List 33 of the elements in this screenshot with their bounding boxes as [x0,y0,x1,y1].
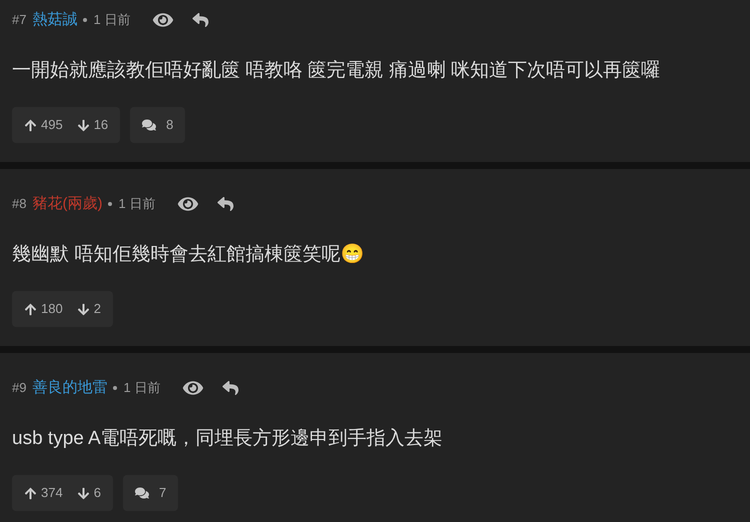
down-arrow-icon [76,486,90,500]
comments-icon [134,486,149,500]
username[interactable]: 善良的地雷 [32,376,108,400]
up-arrow-icon [24,302,37,316]
comments-button[interactable]: 7 [122,475,178,511]
post-text: usb type A電唔死嘅，同埋長方形邊申到手指入去架 [12,427,444,451]
up-arrow-icon [24,486,37,500]
post-time: 1 日前 [93,11,130,30]
post-number: #7 [12,11,26,30]
post-text: 幾幽默 唔知佢幾時會去紅館搞棟篋笑呢😁 [12,242,366,267]
post-time: 1 日前 [118,195,156,214]
eye-icon[interactable] [152,11,174,29]
upvote-button[interactable]: 374 [24,483,63,503]
post-text: 一開始就應該教佢唔好亂篋 唔教咯 篋完電親 痛過喇 咪知道下次唔可以再篋囉 [12,58,662,83]
comments-icon [142,118,156,132]
username[interactable]: 熱菇誠 [32,8,78,32]
comments-button[interactable]: 8 [130,107,186,143]
upvote-button[interactable]: 495 [24,115,63,135]
reply-icon[interactable] [222,380,240,396]
down-arrow-icon [76,118,90,132]
eye-icon[interactable] [177,195,200,213]
upvote-button[interactable]: 180 [24,299,63,319]
downvote-button[interactable]: 2 [76,299,101,319]
post-number: #8 [12,195,26,214]
down-arrow-icon [76,302,90,316]
up-arrow-icon [24,118,37,132]
reply-icon[interactable] [217,196,234,212]
downvote-button[interactable]: 16 [76,115,108,135]
reply-icon[interactable] [192,12,210,28]
downvote-button[interactable]: 6 [76,483,101,503]
post-number: #9 [12,379,26,398]
eye-icon[interactable] [182,379,204,397]
post-time: 1 日前 [123,379,160,398]
